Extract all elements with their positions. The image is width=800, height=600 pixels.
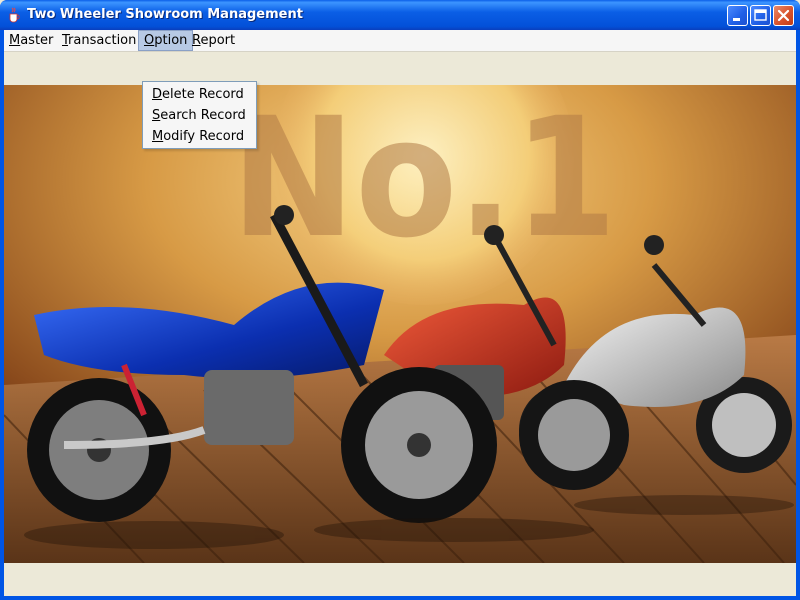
menu-option[interactable]: Option bbox=[138, 30, 194, 51]
title-bar[interactable]: Two Wheeler Showroom Management bbox=[0, 0, 800, 30]
delete-record-label: elete Record bbox=[162, 87, 244, 102]
search-record-label: earch Record bbox=[160, 108, 246, 123]
maximize-icon bbox=[754, 9, 767, 21]
motorcycles-banner: No.1 bbox=[4, 85, 796, 563]
menu-option-mnemonic: O bbox=[144, 33, 155, 48]
delete-record-mnemonic: D bbox=[152, 87, 163, 102]
app-window: Two Wheeler Showroom Management Master T… bbox=[0, 0, 800, 600]
close-button[interactable] bbox=[773, 5, 794, 26]
minimize-button[interactable] bbox=[727, 5, 748, 26]
close-icon bbox=[777, 9, 790, 22]
menu-option-label: ption bbox=[154, 33, 188, 48]
window-title: Two Wheeler Showroom Management bbox=[27, 7, 303, 22]
menu-report[interactable]: Report bbox=[187, 30, 240, 51]
menu-bar: Master Transaction Option Report bbox=[4, 30, 796, 52]
maximize-button[interactable] bbox=[750, 5, 771, 26]
menu-transaction-label: ransaction bbox=[68, 33, 137, 48]
menu-item-modify-record[interactable]: Modify Record bbox=[152, 126, 244, 147]
menu-master-label: aster bbox=[20, 33, 54, 48]
toolbar-area bbox=[4, 52, 796, 86]
menu-report-label: eport bbox=[200, 33, 236, 48]
menu-master[interactable]: Master bbox=[4, 30, 58, 51]
menu-transaction[interactable]: Transaction bbox=[57, 30, 141, 51]
option-dropdown-menu: Delete Record Search Record Modify Recor… bbox=[142, 81, 257, 149]
menu-item-delete-record[interactable]: Delete Record bbox=[152, 84, 244, 105]
client-area: Master Transaction Option Report No.1 De… bbox=[4, 30, 796, 596]
minimize-icon bbox=[733, 18, 740, 21]
menu-item-search-record[interactable]: Search Record bbox=[152, 105, 246, 126]
modify-record-label: odify Record bbox=[163, 129, 245, 144]
java-cup-icon bbox=[9, 7, 20, 23]
banner-image: No.1 bbox=[4, 85, 796, 563]
menu-master-mnemonic: M bbox=[9, 33, 21, 48]
status-bar bbox=[4, 563, 796, 596]
modify-record-mnemonic: M bbox=[152, 129, 164, 144]
